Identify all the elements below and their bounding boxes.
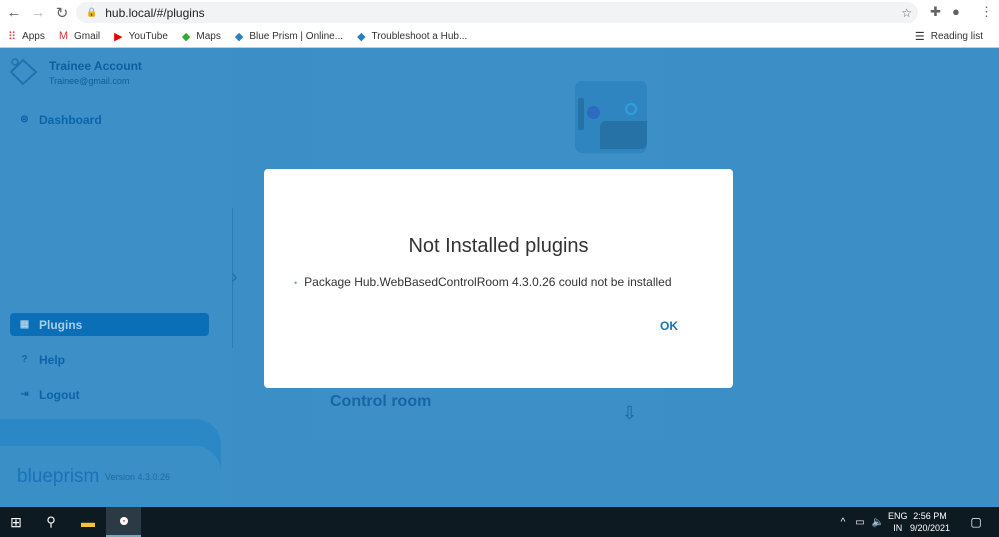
- logo-icon: [9, 58, 38, 86]
- bullet-icon: •: [294, 278, 298, 288]
- account-email: Trainee@gmail.com: [49, 76, 130, 86]
- card-title: Control room: [330, 393, 432, 410]
- sidebar-item-dashboard[interactable]: ⊜ Dashboard: [10, 108, 209, 131]
- lock-icon: 🔒: [86, 7, 98, 17]
- clock-date: 9/20/2021: [910, 523, 951, 533]
- sidebar-content: Trainee Account Trainee@gmail.com ⊜ Dashb…: [0, 48, 232, 418]
- not-installed-dialog: Not Installed plugins • Package Hub.WebBa…: [264, 169, 733, 388]
- sidebar-item-label: Help: [39, 352, 66, 367]
- sidebar-item-label: Logout: [39, 387, 80, 402]
- language-indicator[interactable]: ENG IN: [888, 510, 908, 534]
- collapse-chevron-icon[interactable]: ›: [231, 266, 238, 289]
- tray-chevron-icon[interactable]: ^: [836, 507, 850, 537]
- maps-icon: ◆: [181, 30, 191, 43]
- logout-icon: ⇥: [20, 389, 29, 400]
- bookmark-blueprism[interactable]: ◆ Blue Prism | Online...: [235, 30, 343, 43]
- lang-region: IN: [893, 523, 903, 533]
- help-icon: ?: [21, 354, 28, 365]
- menu-icon[interactable]: ⋮: [980, 4, 993, 20]
- reading-list-icon: ☰: [914, 30, 925, 43]
- youtube-icon: ▶: [114, 30, 123, 43]
- version-text: Version 4.3.0.26: [105, 472, 171, 482]
- bookmark-label: YouTube: [128, 30, 168, 42]
- extensions-icon[interactable]: ✚: [930, 4, 941, 20]
- dashboard-icon: ⊜: [20, 114, 29, 125]
- bookmark-gmail[interactable]: M Gmail: [59, 30, 100, 42]
- star-icon[interactable]: ☆: [901, 6, 912, 20]
- bookmark-maps[interactable]: ◆ Maps: [182, 30, 221, 43]
- sidebar-item-label: Dashboard: [39, 112, 102, 127]
- sidebar-item-help[interactable]: ? Help: [10, 348, 209, 371]
- bookmark-label: Blue Prism | Online...: [249, 30, 344, 42]
- chrome-icon[interactable]: [106, 507, 141, 537]
- account-name: Trainee Account: [49, 59, 142, 73]
- bookmark-label: Apps: [22, 30, 45, 42]
- reading-list-label: Reading list: [930, 30, 983, 42]
- sidebar-item-logout[interactable]: ⇥ Logout: [10, 383, 209, 406]
- address-bar[interactable]: 🔒 hub.local/#/plugins ☆: [76, 2, 918, 23]
- sidebar-item-label: Plugins: [39, 317, 83, 332]
- file-explorer-icon[interactable]: ▬: [72, 507, 104, 537]
- bookmark-apps[interactable]: ⠿ Apps: [8, 30, 45, 43]
- blueprism-logo: blueprism: [17, 466, 100, 487]
- blueprism-icon: ◆: [234, 30, 244, 43]
- volume-icon[interactable]: 🔈: [870, 507, 886, 537]
- notifications-icon[interactable]: ▢: [966, 507, 986, 537]
- forward-icon[interactable]: →: [26, 4, 50, 21]
- windows-start-icon[interactable]: ⊞: [0, 507, 32, 537]
- bookmark-label: Maps: [196, 30, 221, 42]
- cloud-download-icon[interactable]: ⇩: [622, 403, 637, 424]
- search-icon[interactable]: ⚲: [36, 507, 66, 537]
- dialog-title: Not Installed plugins: [408, 235, 589, 257]
- profile-icon[interactable]: ●: [952, 4, 960, 19]
- network-icon[interactable]: ▭: [852, 507, 868, 537]
- gmail-icon: M: [58, 30, 69, 42]
- url-text: hub.local/#/plugins: [105, 5, 205, 20]
- reading-list[interactable]: ☰ Reading list: [915, 30, 983, 43]
- clock[interactable]: 2:56 PM 9/20/2021: [910, 510, 950, 534]
- ok-button[interactable]: OK: [660, 319, 678, 333]
- bookmark-youtube[interactable]: ▶ YouTube: [114, 30, 168, 43]
- bookmark-label: Gmail: [74, 30, 101, 42]
- back-icon[interactable]: ←: [2, 4, 26, 21]
- clock-time: 2:56 PM: [913, 511, 947, 521]
- reload-icon[interactable]: ↻: [50, 4, 74, 22]
- plugin-illustration-icon: [575, 81, 647, 153]
- dialog-message: • Package Hub.WebBasedControlRoom 4.3.0.2…: [294, 275, 672, 289]
- apps-grid-icon: ⠿: [8, 30, 17, 43]
- grid-icon: ▦: [19, 319, 30, 330]
- bookmark-label: Troubleshoot a Hub...: [371, 30, 468, 42]
- message-text: Package Hub.WebBasedControlRoom 4.3.0.26…: [304, 275, 672, 289]
- sidebar-item-plugins[interactable]: ▦ Plugins: [10, 313, 209, 336]
- bookmarks-bar: ⠿ Apps M Gmail ▶ YouTube ◆ Maps ◆ Blue Prism …: [0, 25, 999, 48]
- bookmark-troubleshoot[interactable]: ◆ Troubleshoot a Hub...: [357, 30, 467, 43]
- taskbar: ⊞ ⚲ ▬ ^ ▭ 🔈 ENG IN 2:56 PM 9/20/2021 ▢: [0, 507, 999, 537]
- lang-code: ENG: [888, 511, 908, 521]
- browser-toolbar: ← → ↻ 🔒 hub.local/#/plugins ☆ ✚ ● ⋮: [0, 0, 999, 25]
- blueprism-icon: ◆: [357, 30, 366, 43]
